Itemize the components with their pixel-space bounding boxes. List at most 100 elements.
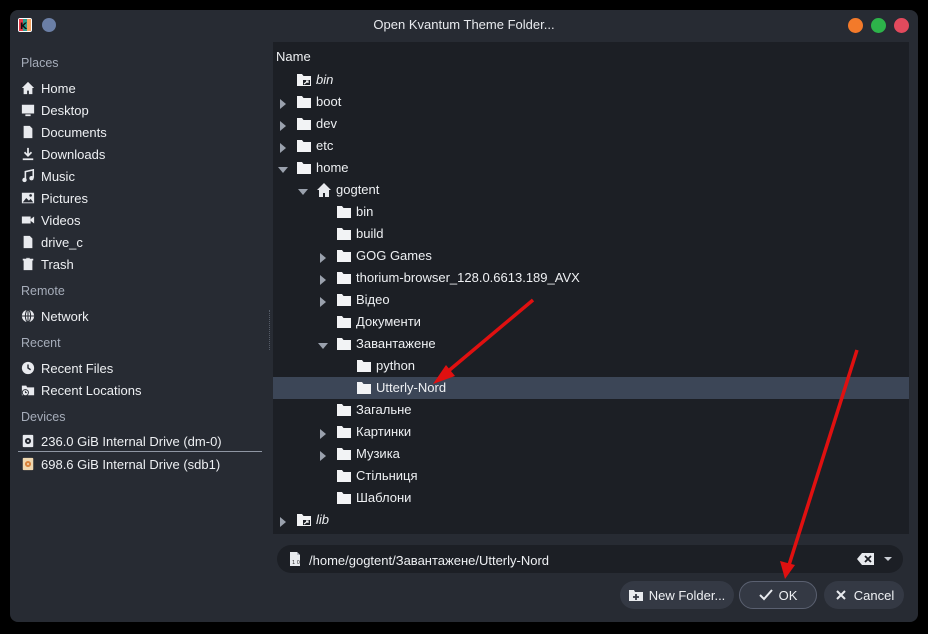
video-icon — [20, 212, 36, 228]
title-bar: K Open Kvantum Theme Folder... — [10, 10, 918, 40]
chevron-right-icon[interactable] — [318, 449, 328, 461]
tree-row[interactable]: bin — [273, 69, 909, 91]
tree-row-label: thorium-browser_128.0.6613.189_AVX — [356, 270, 580, 285]
sidebar-item-label: Documents — [41, 124, 107, 140]
chevron-right-icon[interactable] — [278, 119, 288, 131]
sidebar-item-documents[interactable]: Documents — [18, 122, 262, 142]
tree-row[interactable]: build — [273, 223, 909, 245]
close-button[interactable] — [894, 18, 909, 33]
cancel-label: Cancel — [853, 587, 895, 603]
sidebar-item-label: Downloads — [41, 146, 106, 162]
tree-row[interactable]: GOG Games — [273, 245, 909, 267]
window-title: Open Kvantum Theme Folder... — [373, 17, 555, 32]
tree-row[interactable]: python — [273, 355, 909, 377]
sidebar-item-downloads[interactable]: Downloads — [18, 144, 262, 164]
sidebar-item-music[interactable]: Music — [18, 166, 262, 186]
sidebar-item-videos[interactable]: Videos — [18, 210, 262, 230]
folder-icon — [336, 402, 352, 418]
places-sidebar: Places Home Desktop Documents Downloads Music… — [10, 42, 268, 542]
new-folder-label: New Folder... — [648, 587, 726, 603]
section-title-remote: Remote — [21, 284, 65, 298]
chevron-right-icon[interactable] — [318, 273, 328, 285]
ok-label: OK — [778, 587, 798, 603]
chevron-down-icon[interactable] — [298, 185, 308, 195]
home-icon — [20, 80, 36, 96]
new-folder-button[interactable]: New Folder... — [620, 581, 734, 609]
minimize-button[interactable] — [848, 18, 863, 33]
tree-row[interactable]: bin — [273, 201, 909, 223]
maximize-button[interactable] — [871, 18, 886, 33]
folder-icon — [336, 226, 352, 242]
chevron-right-icon[interactable] — [278, 141, 288, 153]
sidebar-item-recent-locations[interactable]: Recent Locations — [18, 380, 262, 400]
location-input[interactable] — [307, 549, 851, 571]
tree-row-label: bin — [356, 204, 374, 219]
folder-link-icon — [296, 72, 312, 88]
sidebar-item-pictures[interactable]: Pictures — [18, 188, 262, 208]
column-header-name[interactable]: Name — [276, 49, 311, 64]
drive-icon — [20, 433, 36, 449]
file-icon — [20, 234, 36, 250]
tree-row-label: Шаблони — [356, 490, 412, 505]
chevron-right-icon[interactable] — [278, 515, 288, 527]
section-title-places: Places — [21, 56, 59, 70]
tree-row-label: GOG Games — [356, 248, 432, 263]
sidebar-item-desktop[interactable]: Desktop — [18, 100, 262, 120]
tree-row[interactable]: home — [273, 157, 909, 179]
chevron-right-icon[interactable] — [318, 427, 328, 439]
sidebar-item-label: Network — [41, 308, 89, 324]
tree-row[interactable]: Загальне — [273, 399, 909, 421]
document-icon — [20, 124, 36, 140]
picture-icon — [20, 190, 36, 206]
sidebar-item-label: 698.6 GiB Internal Drive (sdb1) — [41, 456, 221, 472]
tree-row[interactable]: gogtent — [273, 179, 909, 201]
sidebar-item-recent-files[interactable]: Recent Files — [18, 358, 262, 378]
tree-row-label: Завантажене — [356, 336, 436, 351]
clear-text-icon[interactable] — [857, 552, 875, 566]
section-title-devices: Devices — [21, 410, 66, 424]
tree-row-label: Картинки — [356, 424, 412, 439]
sidebar-item-label: 236.0 GiB Internal Drive (dm-0) — [41, 433, 222, 449]
chevron-right-icon[interactable] — [318, 295, 328, 307]
clock-icon — [20, 360, 36, 376]
sidebar-item-trash[interactable]: Trash — [18, 254, 262, 274]
sidebar-item-drive-c[interactable]: drive_c — [18, 232, 262, 252]
tree-row[interactable]: Документи — [273, 311, 909, 333]
tree-row[interactable]: Картинки — [273, 421, 909, 443]
tree-row[interactable]: Відео — [273, 289, 909, 311]
tree-row[interactable]: lib — [273, 509, 909, 531]
tree-row[interactable]: Utterly-Nord — [273, 377, 909, 399]
ok-button[interactable]: OK — [739, 581, 817, 609]
sidebar-item-home[interactable]: Home — [18, 78, 262, 98]
new-folder-icon — [628, 590, 643, 601]
tree-row-label: Відео — [356, 292, 390, 307]
tree-row[interactable]: dev — [273, 113, 909, 135]
tree-row[interactable]: boot — [273, 91, 909, 113]
tree-row[interactable]: Музика — [273, 443, 909, 465]
folder-link-icon — [296, 512, 312, 528]
sidebar-item-network[interactable]: Network — [18, 306, 262, 326]
tree-row[interactable]: Завантажене — [273, 333, 909, 355]
tree-row[interactable]: Стільниця — [273, 465, 909, 487]
network-icon — [20, 308, 36, 324]
tree-row-label: boot — [316, 94, 342, 109]
chevron-down-icon[interactable] — [883, 555, 893, 563]
splitter-handle[interactable] — [269, 310, 272, 350]
tree-row-label: home — [316, 160, 349, 175]
folder-icon — [336, 248, 352, 264]
chevron-down-icon[interactable] — [278, 163, 288, 173]
tree-row[interactable]: Шаблони — [273, 487, 909, 509]
chevron-down-icon[interactable] — [318, 339, 328, 349]
tree-row[interactable]: etc — [273, 135, 909, 157]
sidebar-item-label: Recent Locations — [41, 382, 142, 398]
tree-row[interactable]: thorium-browser_128.0.6613.189_AVX — [273, 267, 909, 289]
sidebar-item-698-6-gib-internal-drive-sdb1[interactable]: 698.6 GiB Internal Drive (sdb1) — [18, 454, 262, 474]
sidebar-item-236-0-gib-internal-drive-dm-0[interactable]: 236.0 GiB Internal Drive (dm-0) — [18, 431, 262, 452]
recent-folder-icon — [20, 382, 36, 398]
chevron-right-icon[interactable] — [318, 251, 328, 263]
folder-icon — [336, 468, 352, 484]
chevron-right-icon[interactable] — [278, 97, 288, 109]
cancel-button[interactable]: Cancel — [824, 581, 904, 609]
folder-icon — [336, 270, 352, 286]
folder-icon — [296, 160, 312, 176]
